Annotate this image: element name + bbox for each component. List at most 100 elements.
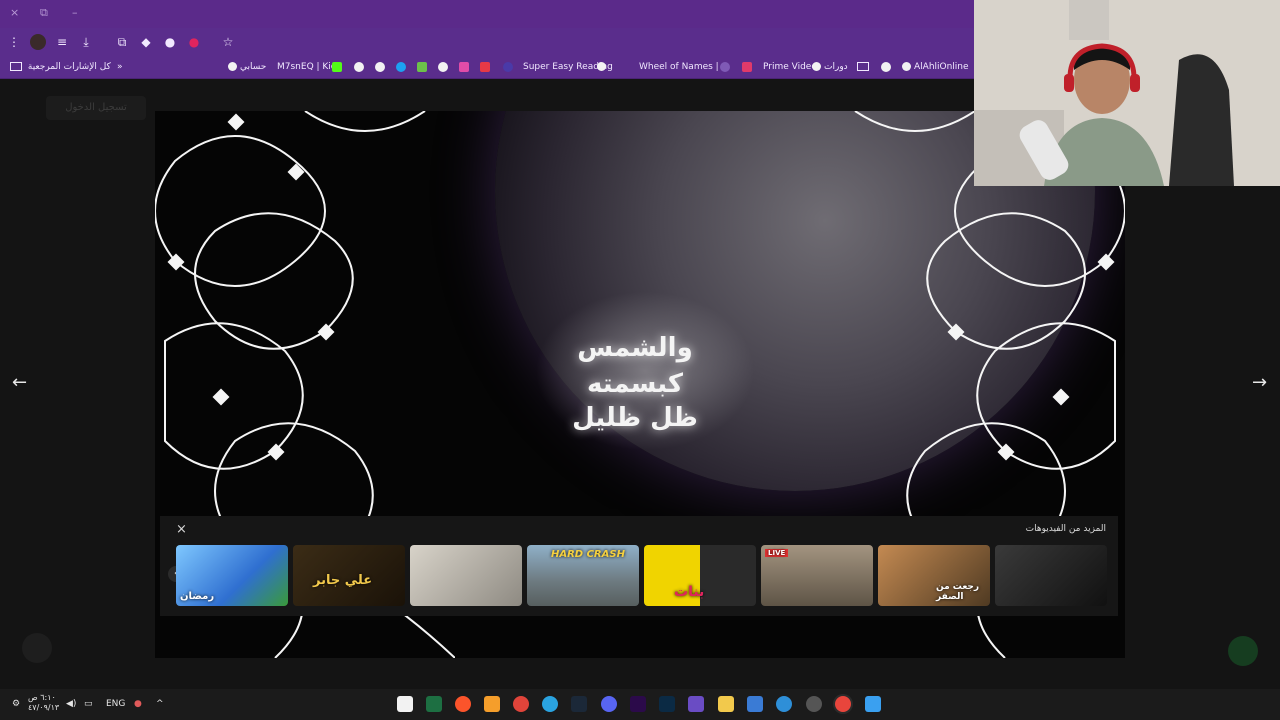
- thumbnail-caption: HARD CRASH: [551, 549, 625, 560]
- bookmark-item[interactable]: دورات: [812, 59, 848, 75]
- thumbnail-caption: رجعت من الصفر: [936, 582, 980, 602]
- edge-icon[interactable]: [776, 696, 792, 712]
- video-thumbnail[interactable]: علي جابر: [293, 545, 405, 606]
- globe-icon[interactable]: [375, 62, 385, 72]
- whatsapp-icon[interactable]: [1228, 636, 1258, 666]
- globe-icon[interactable]: [881, 62, 891, 72]
- settings-tray-icon[interactable]: ⚙: [12, 699, 20, 709]
- video-thumbnail[interactable]: [995, 545, 1107, 606]
- telegram-icon[interactable]: [542, 696, 558, 712]
- discord-icon[interactable]: [601, 696, 617, 712]
- windows-start-icon[interactable]: [865, 696, 881, 712]
- game-icon[interactable]: ●: [162, 34, 178, 50]
- app-icon[interactable]: [484, 696, 500, 712]
- video-caption-line: والشمس: [577, 333, 693, 363]
- kick-icon[interactable]: [332, 62, 342, 72]
- site-icon[interactable]: [720, 62, 730, 72]
- site-icon[interactable]: [742, 62, 752, 72]
- video-editor-icon[interactable]: [397, 696, 413, 712]
- folder-icon: [857, 62, 869, 71]
- tray-overflow-icon[interactable]: ^: [156, 699, 164, 709]
- webcam-overlay: [974, 0, 1280, 186]
- video-thumbnail[interactable]: رمضان: [176, 545, 288, 606]
- video-thumbnail[interactable]: [410, 545, 522, 606]
- video-thumbnail[interactable]: HARD CRASH: [527, 545, 639, 606]
- app-icon[interactable]: [513, 696, 529, 712]
- bookmark-label: حسابي: [240, 62, 267, 72]
- premiere-icon[interactable]: [630, 696, 646, 712]
- bookmark-item[interactable]: [597, 59, 609, 75]
- restore-window-icon[interactable]: ⧉: [40, 6, 48, 20]
- store-icon[interactable]: [747, 696, 763, 712]
- bookmark-folder[interactable]: [857, 59, 869, 75]
- clock[interactable]: ٦:١٠ ص ٤٧/٠٩/١٣: [28, 693, 59, 713]
- more-videos-title: المزيد من الفيديوهات: [1025, 524, 1106, 534]
- floating-button[interactable]: [22, 633, 52, 663]
- bookmark-item[interactable]: حسابي: [228, 59, 266, 75]
- site-icon[interactable]: [396, 62, 406, 72]
- bookmarks-overflow-button[interactable]: »: [117, 59, 123, 75]
- globe-icon[interactable]: [354, 62, 364, 72]
- video-thumbnail[interactable]: LIVE: [761, 545, 873, 606]
- thumbnail-caption: رمضان: [180, 591, 215, 602]
- video-caption-line: كبسمته: [586, 369, 683, 399]
- photoshop-icon[interactable]: [659, 696, 675, 712]
- chrome-icon[interactable]: [835, 696, 851, 712]
- app-icon[interactable]: [806, 696, 822, 712]
- tag-icon[interactable]: ◆: [138, 34, 154, 50]
- download-icon[interactable]: ⤓: [78, 34, 94, 50]
- clock-date: ٤٧/٠٩/١٣: [28, 703, 60, 712]
- menu-icon[interactable]: ⋮: [6, 34, 22, 50]
- bookmark-label: دورات: [824, 62, 848, 72]
- volume-icon[interactable]: ◀): [66, 699, 76, 709]
- thumbnail-caption: علي جابر: [313, 573, 373, 588]
- microphone-icon[interactable]: ●: [134, 699, 142, 709]
- steam-icon[interactable]: [571, 696, 587, 712]
- next-arrow-icon[interactable]: →: [1252, 372, 1267, 393]
- bookmark-item[interactable]: Prime Video: [763, 59, 817, 75]
- globe-icon[interactable]: [438, 62, 448, 72]
- globe-icon: [597, 62, 606, 71]
- close-window-icon[interactable]: ×: [10, 6, 19, 19]
- browser-titlebar: × ⧉ –: [0, 0, 974, 28]
- all-bookmarks-label: كل الإشارات المرجعية: [27, 62, 111, 72]
- minimize-window-icon[interactable]: –: [72, 6, 78, 19]
- clock-time: ٦:١٠ ص: [28, 693, 56, 702]
- file-explorer-icon[interactable]: [718, 696, 734, 712]
- app-icon[interactable]: [688, 696, 704, 712]
- tab-search-icon[interactable]: ≡: [54, 34, 70, 50]
- extension-icon[interactable]: [30, 34, 46, 50]
- brave-icon[interactable]: [455, 696, 471, 712]
- thumbnail-caption: بنات: [674, 584, 705, 600]
- language-indicator[interactable]: ENG: [106, 699, 125, 709]
- site-icon[interactable]: [459, 62, 469, 72]
- site-icon[interactable]: [503, 62, 513, 72]
- video-thumbnail[interactable]: بنات: [644, 545, 756, 606]
- video-caption-line: ظل ظليل: [572, 403, 698, 433]
- download-site-icon[interactable]: [417, 62, 427, 72]
- live-badge: LIVE: [765, 549, 789, 557]
- streamer-webcam-image: [974, 0, 1280, 186]
- login-button[interactable]: تسجيل الدخول: [46, 96, 146, 120]
- bookmark-item[interactable]: Wheel of Names | ...: [639, 59, 730, 75]
- folder-icon: [10, 62, 22, 71]
- bookmark-item[interactable]: AlAhliOnline: [902, 59, 969, 75]
- close-icon[interactable]: ×: [176, 522, 187, 537]
- globe-icon: [902, 62, 911, 71]
- site-icon[interactable]: [480, 62, 490, 72]
- windows-taskbar: ⚙ ٦:١٠ ص ٤٧/٠٩/١٣ ◀) ▭ ENG ● ^: [0, 689, 1280, 720]
- bookmarks-bar: كل الإشارات المرجعية » حسابي M7snEQ | Ki…: [0, 56, 974, 79]
- bookmark-star-icon[interactable]: ☆: [220, 34, 236, 50]
- globe-icon: [228, 62, 237, 71]
- all-bookmarks-button[interactable]: كل الإشارات المرجعية: [10, 59, 111, 75]
- globe-icon: [812, 62, 821, 71]
- network-icon[interactable]: ▭: [84, 699, 93, 709]
- bookmark-label: Wheel of Names | ...: [639, 62, 731, 72]
- more-videos-panel: × المزيد من الفيديوهات ‹ رمضان علي جابر …: [160, 516, 1118, 616]
- bookmark-label: AlAhliOnline: [914, 62, 969, 72]
- previous-arrow-icon[interactable]: ←: [12, 372, 27, 393]
- puzzle-icon[interactable]: ⧉: [114, 34, 130, 50]
- video-thumbnail[interactable]: رجعت من الصفر: [878, 545, 990, 606]
- excel-icon[interactable]: [426, 696, 442, 712]
- shield-icon[interactable]: ●: [186, 34, 202, 50]
